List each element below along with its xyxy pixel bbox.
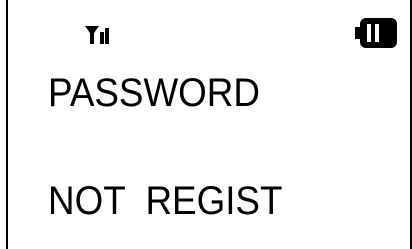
display-line-1: PASSWORD	[48, 71, 260, 115]
display-line-2: NOT REGIST	[48, 179, 283, 223]
battery-full-icon	[355, 18, 397, 48]
signal-antenna-icon	[85, 26, 109, 44]
lcd-display: PASSWORD NOT REGIST	[6, 0, 412, 249]
